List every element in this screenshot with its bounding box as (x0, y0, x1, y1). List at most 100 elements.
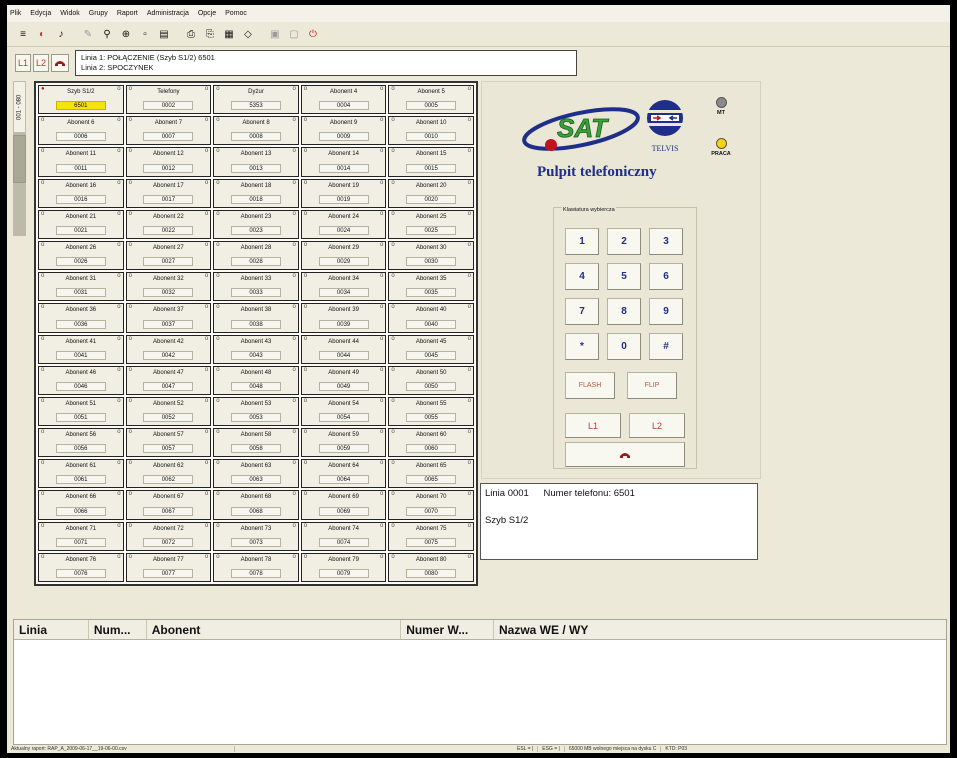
subscriber-button[interactable]: Abonent 8 0008 (213, 116, 299, 146)
tab-range-inactive[interactable] (13, 135, 26, 183)
subscriber-button[interactable]: Abonent 72 0072 (125, 521, 212, 551)
subscriber-button[interactable]: Abonent 44 0044 (300, 334, 387, 364)
edit-button[interactable]: ✎ (80, 26, 96, 42)
subscriber-button[interactable]: Abonent 52 0052 (125, 396, 212, 427)
sound-button[interactable]: ♪ (53, 26, 69, 42)
power-button[interactable]: ⏻ (305, 26, 321, 42)
subscriber-button[interactable]: Abonent 43 0043 (213, 334, 299, 364)
subscriber-button[interactable]: Abonent 62 0062 (125, 459, 212, 489)
subscriber-button[interactable]: Abonent 80 0080 (388, 552, 474, 582)
subscriber-button[interactable]: Abonent 77 0077 (125, 552, 212, 582)
alarm-button[interactable]: ▫ (137, 26, 153, 42)
menu-opcje[interactable]: Opcje (198, 10, 216, 17)
key-0-button[interactable]: 0 (607, 333, 641, 360)
subscriber-button[interactable]: Abonent 57 0057 (125, 428, 212, 458)
flash-button[interactable]: FLASH (565, 372, 615, 399)
subscriber-button[interactable]: Abonent 25 0025 (388, 209, 474, 239)
menu-plik[interactable]: Plik (10, 10, 21, 17)
subscriber-button[interactable]: Abonent 48 0048 (213, 365, 299, 395)
subscriber-button[interactable]: Telefony 0002 (125, 85, 212, 115)
subscriber-button[interactable]: Abonent 39 0039 (300, 303, 387, 333)
subscriber-button[interactable]: Abonent 65 0065 (388, 459, 474, 489)
subscriber-button[interactable]: Abonent 50 0050 (388, 365, 474, 395)
subscriber-button[interactable]: Abonent 24 0024 (300, 209, 387, 239)
subscriber-button[interactable]: Abonent 79 0079 (300, 552, 387, 582)
subscriber-button[interactable]: Abonent 20 0020 (388, 178, 474, 208)
subscriber-button[interactable]: Abonent 75 0075 (388, 521, 474, 551)
subscriber-button[interactable]: Abonent 61 0061 (38, 459, 124, 489)
subscriber-button[interactable]: Abonent 10 0010 (388, 116, 474, 146)
unlock-button[interactable]: ▢ (286, 26, 302, 42)
subscriber-button[interactable]: Abonent 54 0054 (300, 396, 387, 427)
lock-button[interactable]: ▣ (267, 26, 283, 42)
subscriber-button[interactable]: Abonent 51 0051 (38, 396, 124, 427)
subscriber-button[interactable]: Abonent 40 0040 (388, 303, 474, 333)
subscriber-button[interactable]: Abonent 66 0066 (38, 490, 124, 520)
subscriber-button[interactable]: Abonent 73 0073 (213, 521, 299, 551)
subscriber-button[interactable]: Abonent 38 0038 (213, 303, 299, 333)
subscriber-button[interactable]: Abonent 22 0022 (125, 209, 212, 239)
key-1-button[interactable]: 1 (565, 228, 599, 255)
subscriber-button[interactable]: Abonent 29 0029 (300, 240, 387, 271)
subscriber-button[interactable]: Abonent 74 0074 (300, 521, 387, 551)
line-l2-button[interactable]: L2 (33, 54, 50, 72)
subscriber-button[interactable]: Abonent 19 0019 (300, 178, 387, 208)
subscriber-button[interactable]: Abonent 16 0016 (38, 178, 124, 208)
subscriber-button[interactable]: Abonent 46 0046 (38, 365, 124, 395)
tag-button[interactable]: ◇ (240, 26, 256, 42)
menu-edycja[interactable]: Edycja (30, 10, 51, 17)
key-8-button[interactable]: 8 (607, 298, 641, 325)
handset-button[interactable] (51, 54, 70, 72)
document-button[interactable]: ▤ (156, 26, 172, 42)
subscriber-button[interactable]: Abonent 27 0027 (125, 240, 212, 271)
subscriber-button[interactable]: Dyżur 5353 (213, 85, 299, 115)
subscriber-button[interactable]: Abonent 41 0041 (38, 334, 124, 364)
subscriber-button[interactable]: Abonent 30 0030 (388, 240, 474, 271)
subscriber-button[interactable]: Abonent 12 0012 (125, 147, 212, 177)
column-header-numer-we[interactable]: Numer W... (401, 620, 494, 639)
menu-widok[interactable]: Widok (60, 10, 79, 17)
print-preview-button[interactable]: ⎘ (202, 26, 218, 42)
menu-pomoc[interactable]: Pomoc (225, 10, 247, 17)
keypad-l1-button[interactable]: L1 (565, 413, 621, 438)
subscriber-button[interactable]: Abonent 55 0055 (388, 396, 474, 427)
menu-grupy[interactable]: Grupy (89, 10, 108, 17)
subscriber-button[interactable]: Abonent 17 0017 (125, 178, 212, 208)
subscriber-button[interactable]: Abonent 23 0023 (213, 209, 299, 239)
subscriber-button[interactable]: Abonent 67 0067 (125, 490, 212, 520)
key-6-button[interactable]: 6 (649, 263, 683, 290)
print-button[interactable]: ⎙ (183, 26, 199, 42)
keypad-l2-button[interactable]: L2 (629, 413, 685, 438)
tab-range-001-080[interactable]: 001 - 080 (13, 81, 26, 133)
subscriber-button[interactable]: Abonent 53 0053 (213, 396, 299, 427)
subscriber-button[interactable]: Abonent 78 0078 (213, 552, 299, 582)
key-hash-button[interactable]: # (649, 333, 683, 360)
key-star-button[interactable]: * (565, 333, 599, 360)
subscriber-button[interactable]: Abonent 31 0031 (38, 272, 124, 302)
subscriber-button[interactable]: Abonent 47 0047 (125, 365, 212, 395)
color-button[interactable]: ◐ (34, 26, 50, 42)
line-l1-button[interactable]: L1 (15, 54, 32, 72)
subscriber-button[interactable]: Abonent 33 0033 (213, 272, 299, 302)
subscriber-button[interactable]: Abonent 32 0032 (125, 272, 212, 302)
subscriber-button[interactable]: Abonent 76 0076 (38, 552, 124, 582)
subscriber-button[interactable]: Abonent 6 0006 (38, 116, 124, 146)
column-header-numer[interactable]: Num... (89, 620, 147, 639)
subscriber-button[interactable]: Abonent 64 0064 (300, 459, 387, 489)
flip-button[interactable]: FLIP (627, 372, 677, 399)
subscriber-button[interactable]: Abonent 15 0015 (388, 147, 474, 177)
column-header-abonent[interactable]: Abonent (147, 620, 402, 639)
subscriber-button[interactable]: Abonent 4 0004 (300, 85, 387, 115)
subscriber-button[interactable]: Abonent 18 0018 (213, 178, 299, 208)
key-3-button[interactable]: 3 (649, 228, 683, 255)
subscriber-button[interactable]: Abonent 69 0069 (300, 490, 387, 520)
subscriber-button[interactable]: Abonent 59 0059 (300, 428, 387, 458)
key-7-button[interactable]: 7 (565, 298, 599, 325)
subscriber-button[interactable]: Abonent 56 0056 (38, 428, 124, 458)
subscriber-button[interactable]: Abonent 71 0071 (38, 521, 124, 551)
column-header-linia[interactable]: Linia (14, 620, 89, 639)
target-button[interactable]: ⊕ (118, 26, 134, 42)
key-4-button[interactable]: 4 (565, 263, 599, 290)
subscriber-button[interactable]: Szyb S1/2 6501 (38, 85, 124, 115)
column-header-nazwa-we-wy[interactable]: Nazwa WE / WY (494, 620, 946, 639)
